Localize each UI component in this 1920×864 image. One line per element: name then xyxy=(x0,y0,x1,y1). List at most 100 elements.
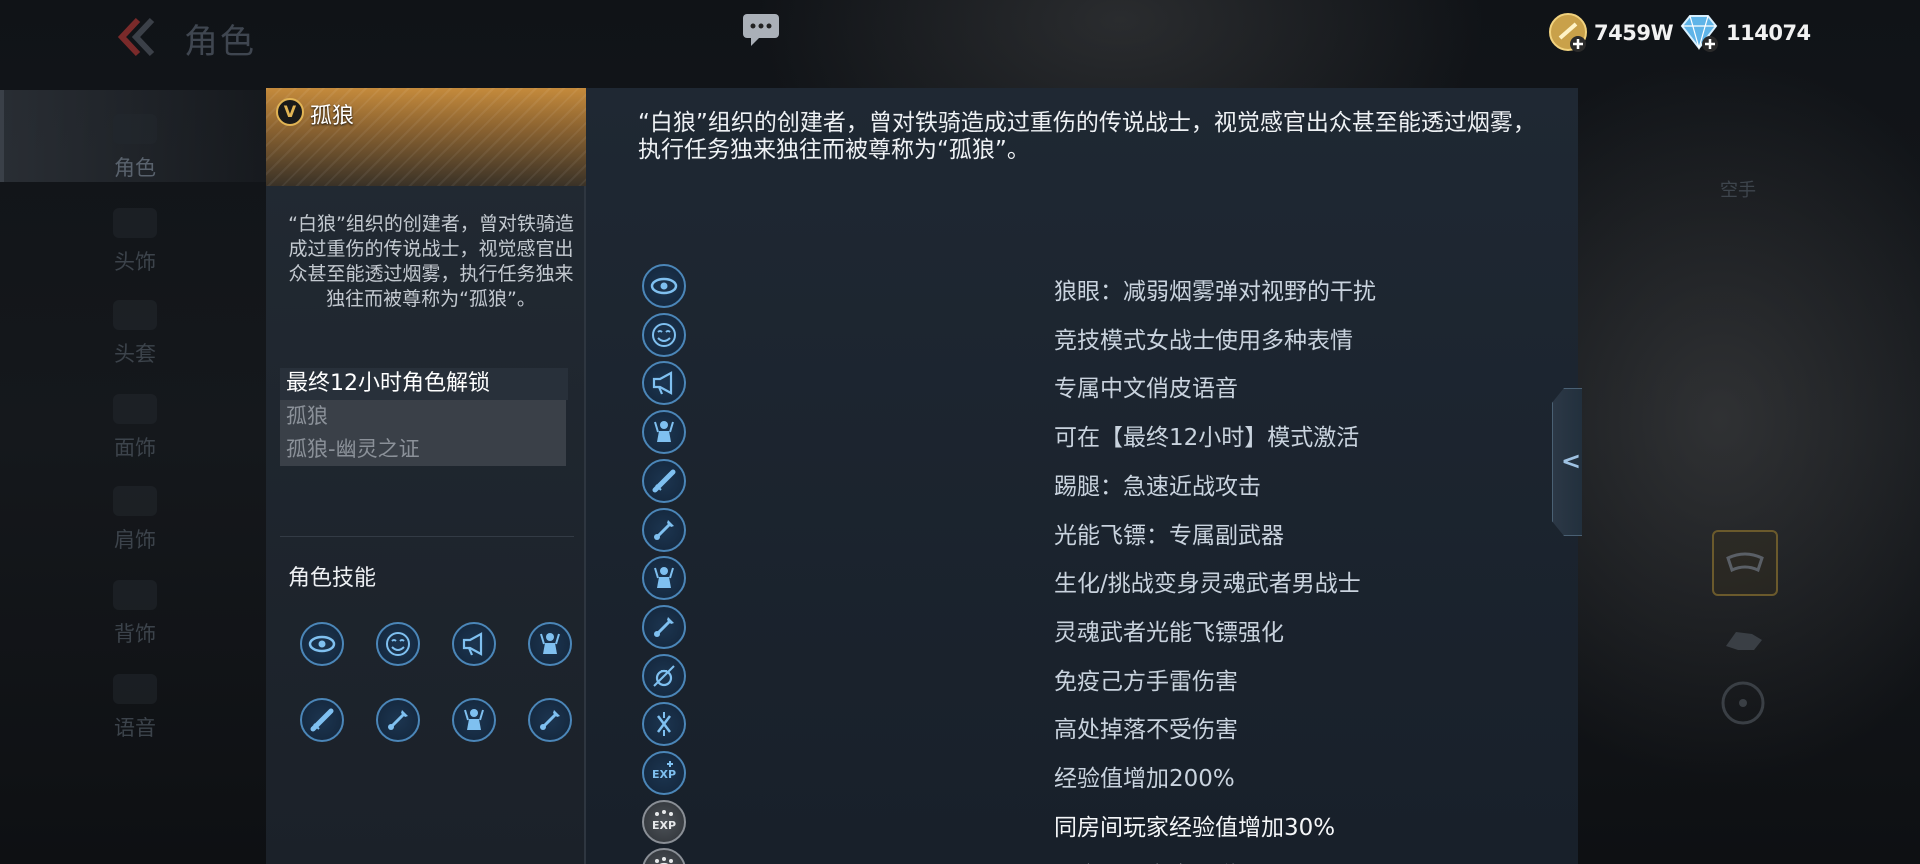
weapon-slot-label: 空手 xyxy=(1720,180,1756,201)
fall-immune-icon[interactable] xyxy=(642,702,686,747)
mask-icon xyxy=(1726,552,1764,573)
radiation-slot-button[interactable] xyxy=(1712,672,1778,738)
unlock-item[interactable]: 孤狼 xyxy=(280,400,566,433)
feature-row: 专属中文俏皮语音 xyxy=(586,359,1486,407)
feature-text: 专属中文俏皮语音 xyxy=(1054,376,1238,403)
dart-icon[interactable] xyxy=(528,698,572,742)
kick-icon[interactable] xyxy=(642,458,686,503)
sidebar-item-voice[interactable]: 语音 xyxy=(92,674,178,754)
wolf-head-icon xyxy=(1726,632,1762,650)
gold-value: 7459W xyxy=(1594,21,1674,45)
shoulder-accessory-icon xyxy=(113,486,157,516)
sidebar-item-character[interactable]: 角色 xyxy=(92,114,178,194)
headwear-icon xyxy=(113,208,157,238)
coin-share-icon[interactable] xyxy=(642,848,686,864)
sidebar-item-label: 背饰 xyxy=(114,622,156,646)
feature-text: 踢腿：急速近战攻击 xyxy=(1054,473,1261,500)
smile-icon[interactable] xyxy=(376,622,420,666)
sidebar-item-label: 头套 xyxy=(114,342,156,366)
character-icon xyxy=(113,114,157,144)
chat-button[interactable] xyxy=(741,12,781,48)
gold-currency[interactable]: 7459W xyxy=(1548,12,1674,54)
feature-row: EXP 经验值增加200% xyxy=(586,749,1486,797)
top-bar: 角色 7459W 114074 xyxy=(0,0,1920,72)
sidebar-item-headgear[interactable]: 头套 xyxy=(92,300,178,380)
character-name: 孤狼 xyxy=(310,104,355,129)
dart-icon[interactable] xyxy=(642,604,686,649)
sidebar-item-label: 角色 xyxy=(114,156,156,180)
character-full-description: “白狼”组织的创建者，曾对铁骑造成过重伤的传说战士，视觉感官出众甚至能透过烟雾，… xyxy=(638,110,1536,163)
feature-text: 生化/挑战变身灵魂武者男战士 xyxy=(1054,571,1361,598)
feature-text: 同房间玩家经验值增加30% xyxy=(1054,814,1336,841)
diamond-currency[interactable]: 114074 xyxy=(1676,12,1811,54)
pet-slot-button[interactable] xyxy=(1712,610,1778,676)
feature-row: 踢腿：急速近战攻击 xyxy=(586,457,1486,505)
sidebar-item-label: 面饰 xyxy=(114,436,156,460)
back-button[interactable] xyxy=(112,14,162,60)
sidebar-item-back[interactable]: 背饰 xyxy=(92,580,178,660)
diamond-value: 114074 xyxy=(1726,21,1811,45)
megaphone-icon[interactable] xyxy=(452,622,496,666)
wolf-eye-icon[interactable] xyxy=(300,622,344,666)
chat-bubble-icon xyxy=(743,14,779,46)
skills-title: 角色技能 xyxy=(288,566,377,591)
soldier-icon[interactable] xyxy=(452,698,496,742)
sidebar-item-headwear[interactable]: 头饰 xyxy=(92,208,178,288)
svg-text:EXP: EXP xyxy=(652,768,676,781)
sidebar-item-face[interactable]: 面饰 xyxy=(92,394,178,474)
sidebar-item-shoulder[interactable]: 肩饰 xyxy=(92,486,178,566)
back-accessory-icon xyxy=(113,580,157,610)
megaphone-icon[interactable] xyxy=(642,361,686,406)
collapse-panel-button[interactable]: < xyxy=(1552,388,1582,536)
right-dock: 空手 xyxy=(1600,90,1920,864)
character-detail-panel: “白狼”组织的创建者，曾对铁骑造成过重伤的传说战士，视觉感官出众甚至能透过烟雾，… xyxy=(586,88,1578,864)
chevron-left-icon: < xyxy=(1561,447,1582,475)
kick-icon[interactable] xyxy=(300,698,344,742)
voice-icon xyxy=(113,674,157,704)
feature-row: 同房间玩家金币增加20% xyxy=(586,846,1486,864)
smile-icon[interactable] xyxy=(642,312,686,357)
feature-text: 竞技模式女战士使用多种表情 xyxy=(1054,327,1353,354)
feature-row: 竞技模式女战士使用多种表情 xyxy=(586,311,1486,359)
feature-row: 高处掉落不受伤害 xyxy=(586,700,1486,748)
gold-coin-icon xyxy=(1549,13,1587,52)
character-short-description: “白狼”组织的创建者，曾对铁骑造成过重伤的传说战士，视觉感官出众甚至能透过烟雾，… xyxy=(288,213,574,310)
feature-text: 高处掉落不受伤害 xyxy=(1054,717,1238,744)
feature-text: 同房间玩家金币增加20% xyxy=(1054,856,1312,864)
feature-text: 灵魂武者光能飞镖强化 xyxy=(1054,619,1284,646)
wolf-eye-icon[interactable] xyxy=(642,264,686,308)
section-divider xyxy=(280,536,574,537)
soldier-icon[interactable] xyxy=(642,410,686,455)
svg-text:EXP: EXP xyxy=(652,819,676,832)
unlock-item[interactable]: 孤狼-幽灵之证 xyxy=(280,433,566,466)
exp-icon[interactable]: EXP xyxy=(642,751,686,795)
feature-row: 可在【最终12小时】模式激活 xyxy=(586,408,1486,456)
radiation-icon xyxy=(1721,681,1765,725)
grenade-immune-icon[interactable] xyxy=(642,653,686,698)
soldier-icon[interactable] xyxy=(528,622,572,666)
exp-share-icon[interactable]: EXP xyxy=(642,799,686,844)
soldier-icon[interactable] xyxy=(642,556,686,601)
feature-text: 免疫己方手雷伤害 xyxy=(1054,668,1238,695)
unlock-list: 孤狼 孤狼-幽灵之证 xyxy=(280,400,566,466)
mask-slot-button[interactable] xyxy=(1712,530,1778,596)
dart-icon[interactable] xyxy=(642,507,686,552)
feature-row: 免疫己方手雷伤害 xyxy=(586,652,1486,700)
diamond-icon xyxy=(1680,15,1718,52)
unlock-title: 最终12小时角色解锁 xyxy=(280,368,568,400)
feature-text: 经验值增加200% xyxy=(1054,766,1235,792)
feature-row: 狼眼：减弱烟雾弹对视野的干扰 xyxy=(586,262,1486,310)
character-detail-popup: V 孤狼 “白狼”组织的创建者，曾对铁骑造成过重伤的传说战士，视觉感官出众甚至能… xyxy=(266,88,1578,864)
sidebar-item-label: 肩饰 xyxy=(114,528,156,552)
feature-row: 灵魂武者光能飞镖强化 xyxy=(586,603,1486,651)
dart-icon[interactable] xyxy=(376,698,420,742)
feature-row: 光能飞镖：专属副武器 xyxy=(586,506,1486,554)
sidebar-item-label: 头饰 xyxy=(114,250,156,274)
face-accessory-icon xyxy=(113,394,157,424)
feature-row: EXP 同房间玩家经验值增加30% xyxy=(586,798,1486,846)
sidebar-item-label: 语音 xyxy=(114,716,156,740)
feature-text: 狼眼：减弱烟雾弹对视野的干扰 xyxy=(1054,279,1376,305)
feature-text: 光能飞镖：专属副武器 xyxy=(1054,522,1284,549)
back-chevron-icon xyxy=(117,17,155,57)
page-title: 角色 xyxy=(184,22,256,62)
